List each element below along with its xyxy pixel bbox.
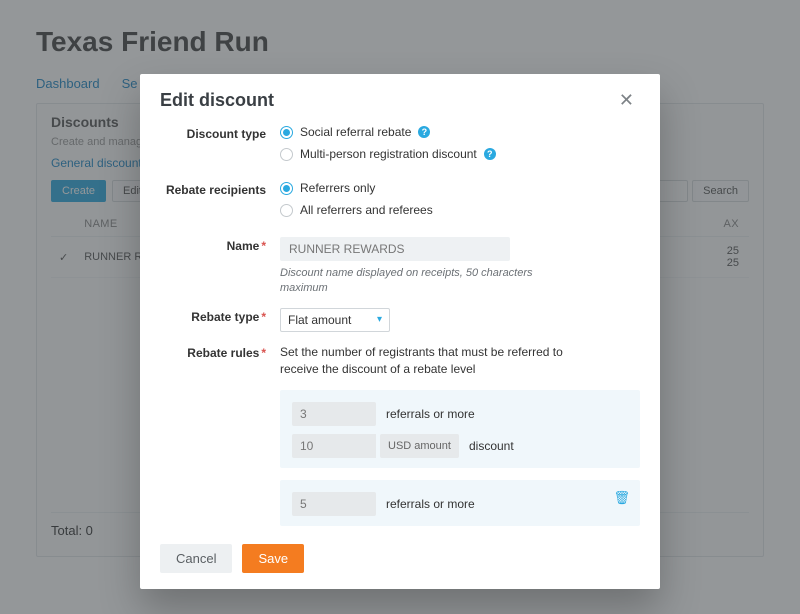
trash-icon[interactable]: 🗑 bbox=[613, 490, 630, 506]
help-icon[interactable]: ? bbox=[484, 148, 496, 160]
chevron-down-icon: ▾ bbox=[377, 314, 382, 325]
label-discount-type: Discount type bbox=[160, 125, 280, 169]
label-name: Name bbox=[227, 239, 260, 253]
modal-title: Edit discount bbox=[160, 90, 274, 111]
save-button[interactable]: Save bbox=[242, 544, 304, 573]
close-icon[interactable]: ✕ bbox=[613, 88, 640, 113]
amount-input[interactable] bbox=[292, 434, 376, 458]
amount-unit: USD amount bbox=[380, 434, 459, 458]
discount-name-input[interactable] bbox=[280, 237, 510, 261]
cancel-button[interactable]: Cancel bbox=[160, 544, 232, 573]
radio-icon bbox=[280, 126, 293, 139]
radio-icon bbox=[280, 182, 293, 195]
help-icon[interactable]: ? bbox=[418, 126, 430, 138]
radio-multi-person[interactable]: Multi-person registration discount ? bbox=[280, 147, 640, 161]
radio-social-referral[interactable]: Social referral rebate ? bbox=[280, 125, 640, 139]
modal-overlay: Edit discount ✕ Discount type Social ref… bbox=[0, 0, 800, 614]
edit-discount-modal: Edit discount ✕ Discount type Social ref… bbox=[140, 74, 660, 589]
label-rebate-type: Rebate type bbox=[191, 310, 259, 324]
radio-icon bbox=[280, 148, 293, 161]
radio-all-referrers[interactable]: All referrers and referees bbox=[280, 203, 640, 217]
referrals-input[interactable] bbox=[292, 492, 376, 516]
rebate-rule-card: 🗑 referrals or more bbox=[280, 480, 640, 526]
referrals-input[interactable] bbox=[292, 402, 376, 426]
rules-description: Set the number of registrants that must … bbox=[280, 344, 570, 379]
radio-icon bbox=[280, 204, 293, 217]
radio-referrers-only[interactable]: Referrers only bbox=[280, 181, 640, 195]
rebate-rule-card: referrals or more USD amount discount bbox=[280, 390, 640, 468]
rebate-type-select[interactable]: Flat amount ▾ bbox=[280, 308, 390, 332]
label-rebate-rules: Rebate rules bbox=[187, 346, 259, 360]
name-hint: Discount name displayed on receipts, 50 … bbox=[280, 266, 540, 296]
label-rebate-recipients: Rebate recipients bbox=[160, 181, 280, 225]
